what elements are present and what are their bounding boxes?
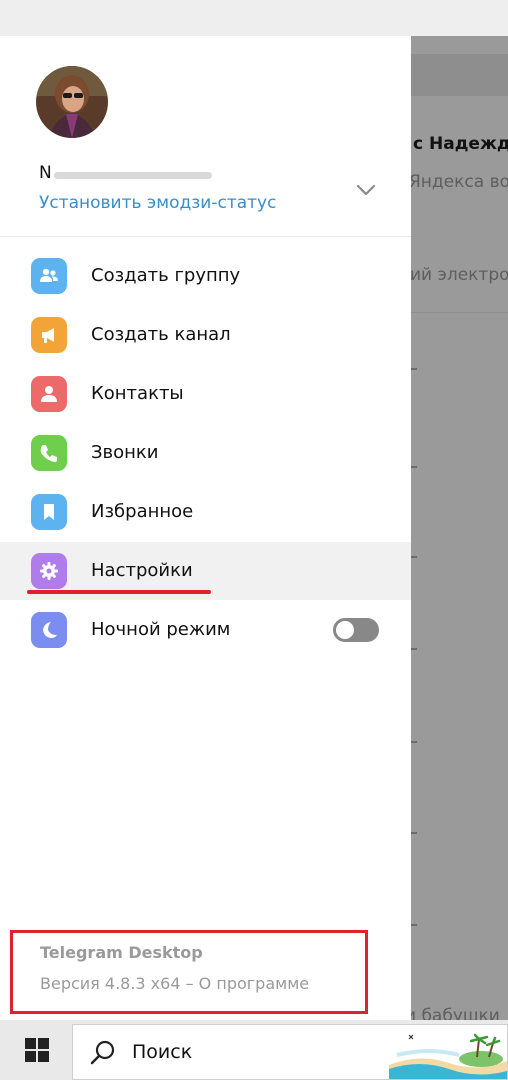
- windows-start-icon[interactable]: [23, 1036, 51, 1064]
- person-icon: [31, 376, 67, 412]
- menu-item-label: Ночной режим: [91, 619, 231, 640]
- moon-icon: [31, 612, 67, 648]
- group-icon: [31, 258, 67, 294]
- menu-item-create-group[interactable]: Создать группу: [0, 247, 411, 305]
- toggle-knob: [336, 621, 354, 639]
- menu-item-calls[interactable]: Звонки: [0, 424, 411, 482]
- menu-item-label: Создать группу: [91, 265, 241, 286]
- menu-item-label: Контакты: [91, 383, 184, 404]
- phone-icon: [31, 435, 67, 471]
- window-titlebar: [0, 0, 508, 36]
- search-label: Поиск: [132, 1041, 193, 1063]
- menu-item-saved-messages[interactable]: Избранное: [0, 483, 411, 541]
- chevron-down-icon[interactable]: [354, 182, 378, 198]
- chat-list-dimmed: с Надеждо Яндекса во ий электро и бабушк…: [411, 36, 508, 1020]
- taskbar-search-box[interactable]: Поиск: [72, 1024, 508, 1080]
- user-name: N: [39, 163, 52, 183]
- highlight-underline: [27, 590, 211, 594]
- menu-item-contacts[interactable]: Контакты: [0, 365, 411, 423]
- menu-item-label: Настройки: [91, 560, 193, 581]
- menu-item-label: Создать канал: [91, 324, 231, 345]
- app-name: Telegram Desktop: [40, 943, 203, 962]
- version-about-link[interactable]: Версия 4.8.3 x64 – О программе: [40, 974, 309, 993]
- chat-fragment: ий электро: [411, 265, 508, 285]
- search-icon: [90, 1040, 115, 1065]
- chat-list-header: [411, 54, 508, 96]
- windows-taskbar: Поиск: [0, 1020, 508, 1080]
- set-emoji-status-link[interactable]: Установить эмодзи-статус: [39, 193, 276, 213]
- search-highlight-image: [389, 1025, 507, 1079]
- app-info-highlight: Telegram Desktop Версия 4.8.3 x64 – О пр…: [10, 930, 368, 1014]
- night-mode-toggle[interactable]: [333, 618, 379, 642]
- divider: [0, 236, 411, 237]
- menu-item-label: Избранное: [91, 501, 194, 522]
- menu-item-label: Звонки: [91, 442, 159, 463]
- megaphone-icon: [31, 317, 67, 353]
- main-menu-drawer: N Установить эмодзи-статус Создать групп…: [0, 36, 411, 1020]
- chat-fragment: с Надеждо: [413, 134, 508, 154]
- chat-fragment: Яндекса во: [411, 172, 508, 192]
- redacted-name: [54, 172, 212, 179]
- gear-icon: [31, 553, 67, 589]
- bookmark-icon: [31, 494, 67, 530]
- avatar[interactable]: [36, 66, 108, 138]
- chat-fragment: и бабушки: [411, 1006, 500, 1020]
- menu-item-create-channel[interactable]: Создать канал: [0, 306, 411, 364]
